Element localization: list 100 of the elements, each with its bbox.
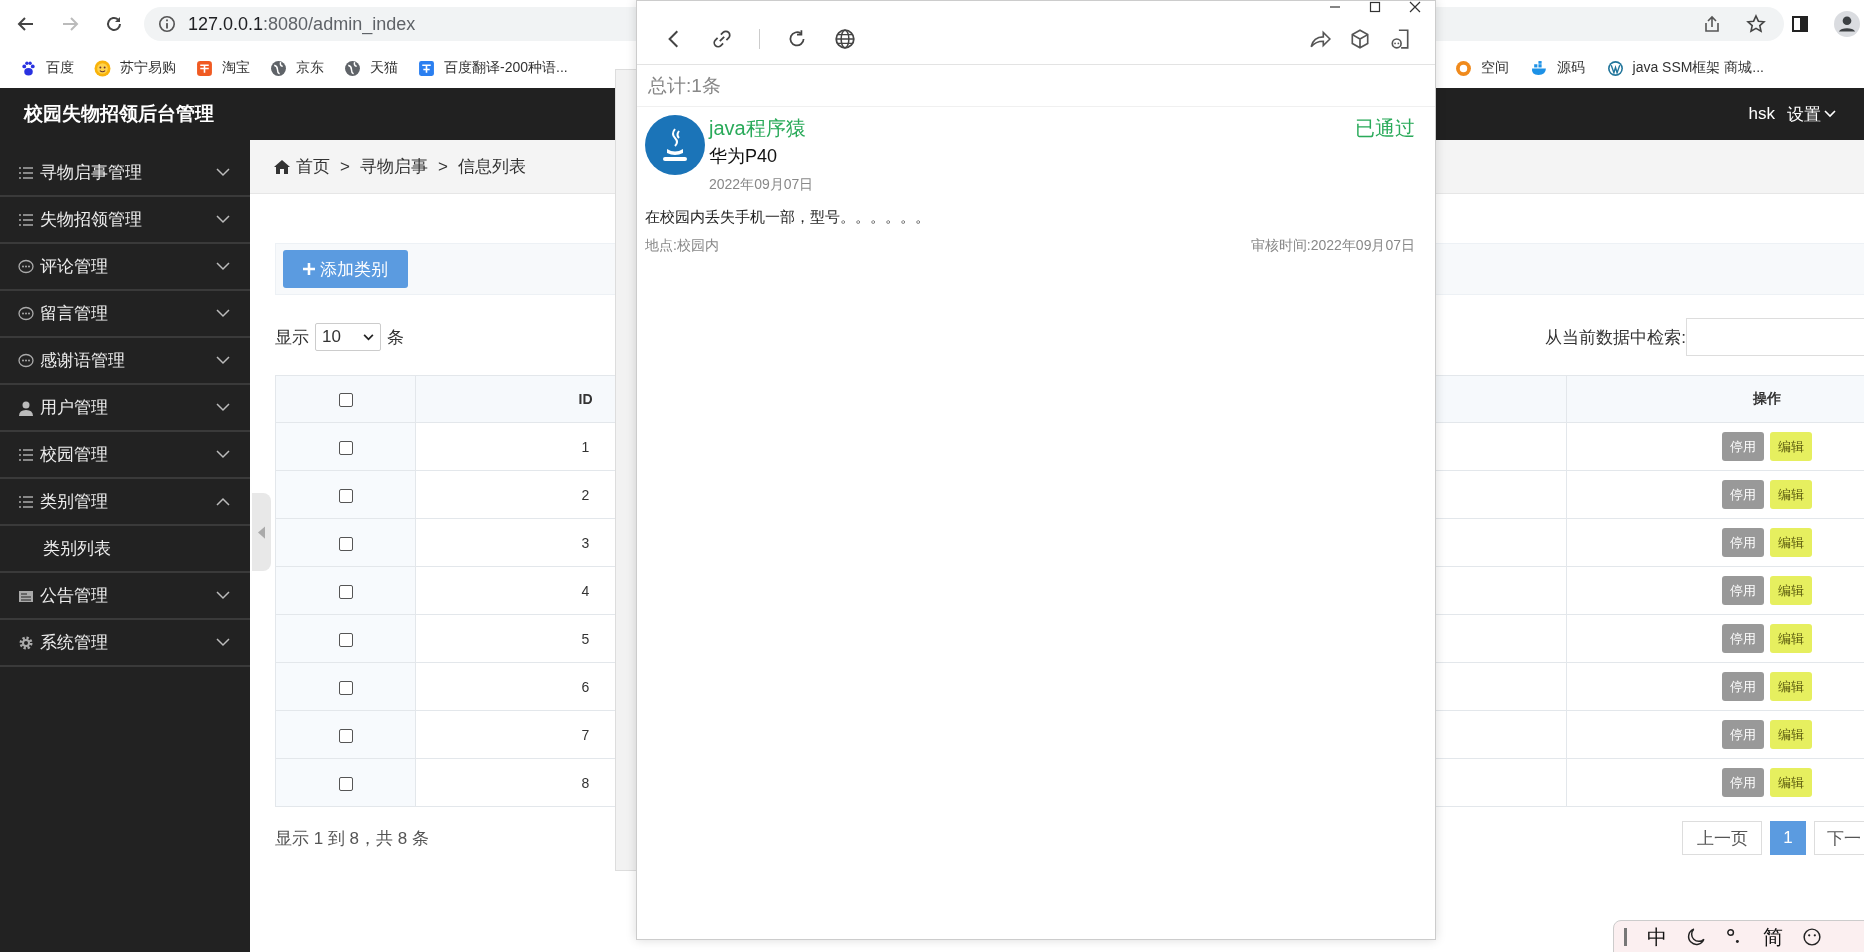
close-icon[interactable]: [1409, 1, 1421, 13]
chevron-down-icon[interactable]: [216, 638, 230, 647]
column-header[interactable]: 操作: [1752, 390, 1781, 406]
emoji-icon[interactable]: [1803, 928, 1821, 946]
sidebar-subitem[interactable]: 类别列表: [0, 526, 250, 573]
share-icon[interactable]: [1702, 14, 1722, 34]
settings-menu[interactable]: 设置: [1787, 102, 1836, 126]
input-mode-toggle[interactable]: 中: [1647, 923, 1667, 951]
edit-button[interactable]: 编辑: [1769, 432, 1812, 461]
checkbox[interactable]: [338, 536, 353, 551]
sidebar-item[interactable]: 系统管理: [0, 620, 250, 667]
link-icon[interactable]: [711, 27, 733, 50]
edit-button[interactable]: 编辑: [1769, 624, 1812, 653]
pagination-button[interactable]: 下一: [1814, 821, 1864, 855]
bookmark[interactable]: java SSM框架 商城...: [1606, 59, 1764, 77]
triangle-left-icon: [258, 525, 265, 539]
edit-button[interactable]: 编辑: [1769, 672, 1812, 701]
edit-button[interactable]: 编辑: [1769, 720, 1812, 749]
column-header[interactable]: ID: [578, 391, 593, 407]
profile-icon[interactable]: [1834, 11, 1860, 37]
table-cell: 5: [581, 630, 590, 647]
table-info: 显示 1 到 8，共 8 条: [275, 827, 429, 850]
edit-button[interactable]: 编辑: [1769, 480, 1812, 509]
shop-icon: [196, 59, 213, 77]
page-size-select[interactable]: 10: [315, 323, 381, 351]
post-title: 华为P40: [709, 145, 779, 168]
checkbox[interactable]: [338, 680, 353, 695]
cube-icon[interactable]: [1349, 27, 1371, 50]
home-icon: [274, 159, 290, 174]
table-cell: 1: [581, 438, 590, 455]
sidebar-item[interactable]: 用户管理: [0, 385, 250, 432]
list-icon: [18, 211, 34, 228]
location-text: 地点:校园内: [645, 237, 719, 255]
chevron-down-icon[interactable]: [216, 262, 230, 271]
smiley-icon: [94, 59, 111, 77]
chevron-down-icon[interactable]: [216, 450, 230, 459]
checkbox[interactable]: [338, 776, 353, 791]
breadcrumb-item[interactable]: 首页: [296, 155, 330, 178]
sidebar-item[interactable]: 校园管理: [0, 432, 250, 479]
side-panel-icon[interactable]: [1790, 14, 1810, 34]
sidebar-item[interactable]: 失物招领管理: [0, 197, 250, 244]
chevron-down-icon[interactable]: [216, 356, 230, 365]
page-size-label: 显示: [275, 326, 309, 349]
user-name: hsk: [1748, 104, 1775, 124]
checkbox[interactable]: [338, 584, 353, 599]
share-icon[interactable]: [1309, 27, 1331, 50]
breadcrumb-separator: >: [340, 156, 350, 177]
chevron-down-icon: [363, 333, 374, 341]
checkbox[interactable]: [338, 632, 353, 647]
sidebar-item[interactable]: 评论管理: [0, 244, 250, 291]
chevron-down-icon[interactable]: [216, 215, 230, 224]
table-cell: 7: [581, 726, 590, 743]
bookmark[interactable]: 空间: [1454, 59, 1509, 77]
edit-button[interactable]: 编辑: [1769, 528, 1812, 557]
sidebar-toggle[interactable]: [252, 493, 271, 571]
sidebar-item[interactable]: 留言管理: [0, 291, 250, 338]
checkbox[interactable]: [338, 728, 353, 743]
translate-icon: [418, 59, 435, 77]
moon-icon[interactable]: [1687, 928, 1705, 946]
bookmark[interactable]: 苏宁易购: [94, 59, 176, 77]
page-size-label: 条: [387, 326, 404, 349]
chat-icon: [18, 305, 34, 322]
pagination-button[interactable]: 上一页: [1682, 821, 1762, 855]
sidebar-item[interactable]: 公告管理: [0, 573, 250, 620]
sidebar-item[interactable]: 类别管理: [0, 479, 250, 526]
checkbox[interactable]: [338, 488, 353, 503]
sidebar-item[interactable]: 感谢语管理: [0, 338, 250, 385]
script-toggle[interactable]: 简: [1763, 923, 1783, 951]
paw-icon: [20, 59, 37, 77]
bookmark[interactable]: 京东: [270, 59, 324, 77]
user-icon: [18, 399, 34, 416]
avatar-icon: [645, 115, 705, 175]
list-icon: [18, 164, 34, 181]
edit-button[interactable]: 编辑: [1769, 768, 1812, 797]
bookmark[interactable]: 淘宝: [196, 59, 250, 77]
device-icon[interactable]: [1389, 27, 1411, 50]
bookmark[interactable]: 源码: [1530, 59, 1585, 77]
breadcrumb-item[interactable]: 寻物启事: [359, 155, 428, 178]
bookmark[interactable]: 天猫: [344, 59, 398, 77]
chevron-down-icon[interactable]: [216, 168, 230, 177]
ring-icon: [1454, 59, 1472, 77]
whale-icon: [1530, 59, 1548, 77]
chat-icon: [18, 258, 34, 275]
globe-icon[interactable]: [834, 27, 856, 50]
edit-button[interactable]: 编辑: [1769, 576, 1812, 605]
search-label: 从当前数据中检索:: [1545, 326, 1686, 349]
checkbox[interactable]: [338, 440, 353, 455]
review-time: 审核时间:2022年09月07日: [1250, 237, 1415, 255]
bookmark[interactable]: 百度翻译-200种语...: [418, 59, 568, 77]
reload-icon[interactable]: [104, 14, 124, 34]
checkbox[interactable]: [338, 393, 353, 408]
maximize-icon[interactable]: [1369, 1, 1381, 13]
chevron-up-icon[interactable]: [216, 497, 230, 506]
bookmark[interactable]: 百度: [20, 59, 74, 77]
info-icon[interactable]: [158, 15, 176, 33]
star-icon[interactable]: [1746, 14, 1766, 34]
chevron-down-icon[interactable]: [216, 403, 230, 412]
chevron-down-icon[interactable]: [216, 591, 230, 600]
chevron-down-icon[interactable]: [216, 309, 230, 318]
table-cell: 4: [581, 582, 590, 599]
